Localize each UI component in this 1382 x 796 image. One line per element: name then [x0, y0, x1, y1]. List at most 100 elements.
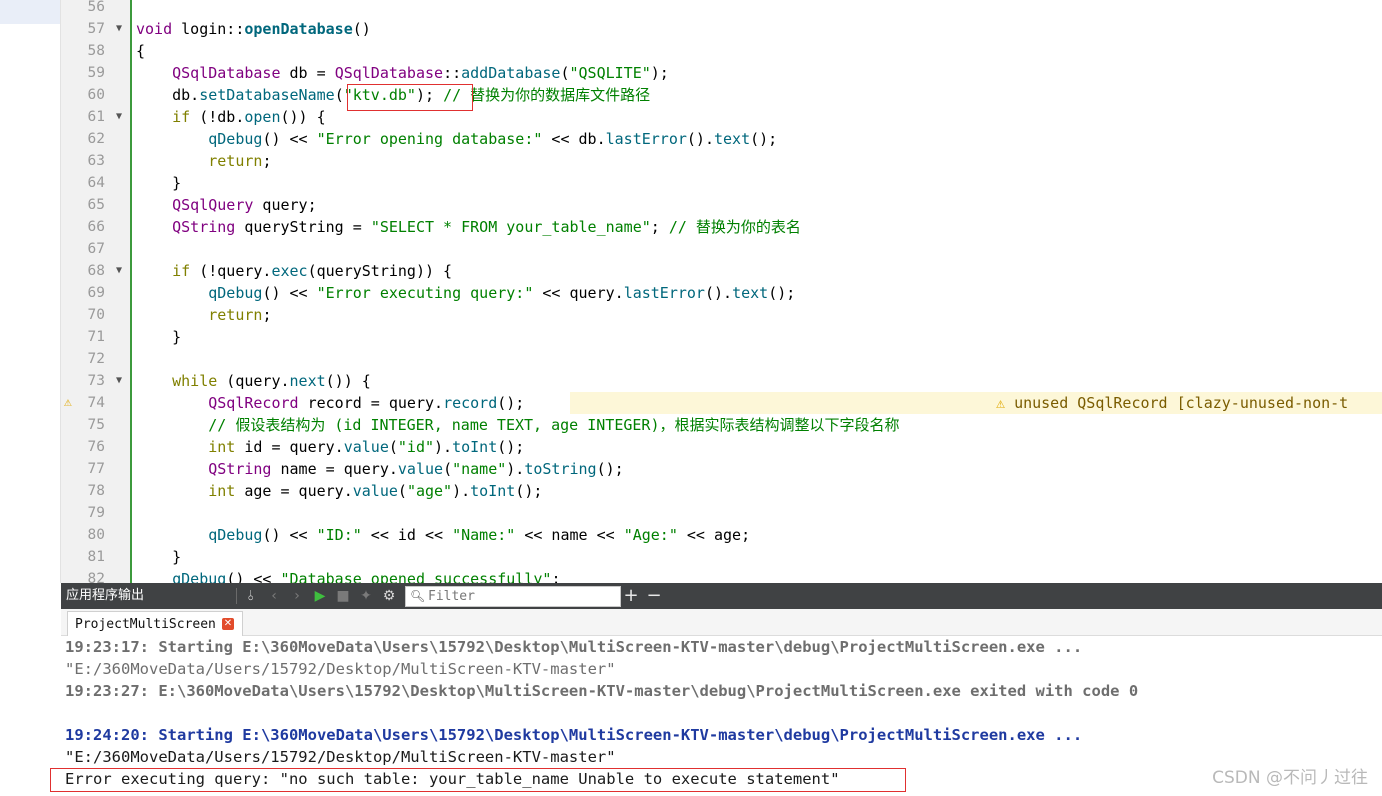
code-line[interactable]: 59 QSqlDatabase db = QSqlDatabase::addDa… [0, 62, 1382, 84]
code-token: db. [136, 86, 200, 104]
run-icon[interactable]: ▶ [310, 586, 330, 606]
code-line[interactable]: 67 [0, 238, 1382, 260]
code-line[interactable]: 70 return; [0, 304, 1382, 326]
code-token: { [136, 42, 146, 60]
code-token: ). [434, 438, 453, 456]
code-token: // 替换为你的数据库文件路径 [443, 86, 651, 104]
close-icon[interactable]: ✕ [221, 618, 234, 630]
code-line[interactable]: 68 ▼ if (!query.exec(queryString)) { [0, 260, 1382, 282]
code-line[interactable]: 80 qDebug() << "ID:" << id << "Name:" <<… [0, 524, 1382, 546]
pane-title: 应用程序输出 [66, 588, 145, 603]
line-number: 64 [87, 175, 105, 191]
code-text: void login::openDatabase() [136, 18, 371, 40]
code-token: } [136, 548, 182, 566]
code-line[interactable]: 64 } [0, 172, 1382, 194]
code-line[interactable]: 58 { [0, 40, 1382, 62]
filter-field[interactable]: 🔍︎ [405, 586, 621, 607]
code-line[interactable]: 71 } [0, 326, 1382, 348]
filter-input[interactable] [428, 588, 614, 604]
code-line[interactable]: 57 ▼ void login::openDatabase() [0, 18, 1382, 40]
line-number: 81 [87, 549, 105, 565]
code-line[interactable]: 69 qDebug() << "Error executing query:" … [0, 282, 1382, 304]
fold-arrow-icon[interactable]: ▼ [112, 18, 126, 40]
code-line[interactable]: 62 qDebug() << "Error opening database:"… [0, 128, 1382, 150]
code-token: open [244, 108, 281, 126]
code-line[interactable]: 73 ▼ while (query.next()) { [0, 370, 1382, 392]
code-line[interactable]: 81 } [0, 546, 1382, 568]
line-number: 65 [87, 197, 105, 213]
code-line[interactable]: 60 db.setDatabaseName("ktv.db"); // 替换为你… [0, 84, 1382, 106]
code-text: QSqlRecord record = query.record(); [136, 392, 524, 414]
code-token: () [352, 20, 371, 38]
code-token: << id << [361, 526, 453, 544]
code-line[interactable]: 78 int age = query.value("age").toInt(); [0, 480, 1382, 502]
code-text: QString queryString = "SELECT * FROM you… [136, 216, 801, 238]
previous-item-icon[interactable]: ‹ [264, 586, 284, 606]
code-line[interactable]: 75 // 假设表结构为 (id INTEGER, name TEXT, age… [0, 414, 1382, 436]
code-token: // 假设表结构为 (id INTEGER, name TEXT, age IN… [208, 416, 900, 434]
zoom-in-icon[interactable]: + [621, 586, 641, 606]
code-text: if (!query.exec(queryString)) { [136, 260, 452, 282]
code-line[interactable]: 72 [0, 348, 1382, 370]
code-line[interactable]: 79 [0, 502, 1382, 524]
code-line[interactable]: 65 QSqlQuery query; [0, 194, 1382, 216]
fold-arrow-icon[interactable]: ▼ [112, 106, 126, 128]
code-text: int id = query.value("id").toInt(); [136, 436, 524, 458]
code-token: if [172, 108, 191, 126]
code-line[interactable]: 66 QString queryString = "SELECT * FROM … [0, 216, 1382, 238]
code-token: return [208, 152, 263, 170]
code-line[interactable]: 82 qDebug() << "Database opened successf… [0, 568, 1382, 583]
line-number: 68 [87, 263, 105, 279]
output-tabbar: ProjectMultiScreen ✕ [61, 609, 1382, 636]
code-line[interactable]: 63 return; [0, 150, 1382, 172]
clean-output-icon[interactable]: ⫰ [241, 586, 261, 606]
code-token: while [172, 372, 218, 390]
code-editor[interactable]: 56 57 ▼ void login::openDatabase() 58{59 QSq… [0, 0, 1382, 583]
code-line[interactable]: 61 ▼ if (!db.open()) { [0, 106, 1382, 128]
code-token: queryString = [235, 218, 371, 236]
code-token: "Error executing query:" [316, 284, 534, 302]
code-token: int [208, 482, 236, 500]
settings-gear-icon[interactable]: ⚙ [379, 586, 399, 606]
code-token: record = query. [298, 394, 444, 412]
code-line[interactable]: ⚠ 74 QSqlRecord record = query.record(); ⚠… [0, 392, 1382, 414]
code-token: << age; [677, 526, 751, 544]
code-token: (); [497, 438, 525, 456]
fold-arrow-icon[interactable]: ▼ [112, 370, 126, 392]
code-line[interactable]: 56 [0, 0, 1382, 18]
stop-icon[interactable]: ■ [333, 586, 353, 606]
code-token: setDatabaseName [199, 86, 335, 104]
code-token: "id" [397, 438, 435, 456]
output-pane-toolbar: 应用程序输出 ⫰ ‹ › ▶ ■ ✦ ⚙ 🔍︎ + − [61, 583, 1382, 609]
next-item-icon[interactable]: › [287, 586, 307, 606]
code-token: (queryString)) { [307, 262, 453, 280]
code-token: next [289, 372, 326, 390]
line-number: 69 [87, 285, 105, 301]
code-token: ; [262, 152, 272, 170]
attach-debugger-icon[interactable]: ✦ [356, 586, 376, 606]
line-number: 75 [87, 417, 105, 433]
tab-project-multiscreen[interactable]: ProjectMultiScreen ✕ [67, 611, 243, 636]
line-number: 61 [87, 109, 105, 125]
zoom-out-icon[interactable]: − [644, 586, 664, 606]
code-token: if [172, 262, 191, 280]
inline-warning-message[interactable]: ⚠ unused QSqlRecord [clazy-unused-non-t [996, 392, 1348, 414]
code-text: QString name = query.value("name").toStr… [136, 458, 623, 480]
line-number: 57 [87, 21, 105, 37]
fold-arrow-icon[interactable]: ▼ [112, 260, 126, 282]
code-token: db = [280, 64, 335, 82]
code-line[interactable]: 76 int id = query.value("id").toInt(); [0, 436, 1382, 458]
code-token: ); [415, 86, 444, 104]
code-line[interactable]: 77 QString name = query.value("name").to… [0, 458, 1382, 480]
output-line: "E:/360MoveData/Users/15792/Desktop/Mult… [65, 748, 616, 766]
code-token: toInt [452, 438, 498, 456]
code-token: age = query. [235, 482, 353, 500]
code-token: "ktv.db" [343, 86, 416, 104]
code-token: (). [686, 130, 714, 148]
